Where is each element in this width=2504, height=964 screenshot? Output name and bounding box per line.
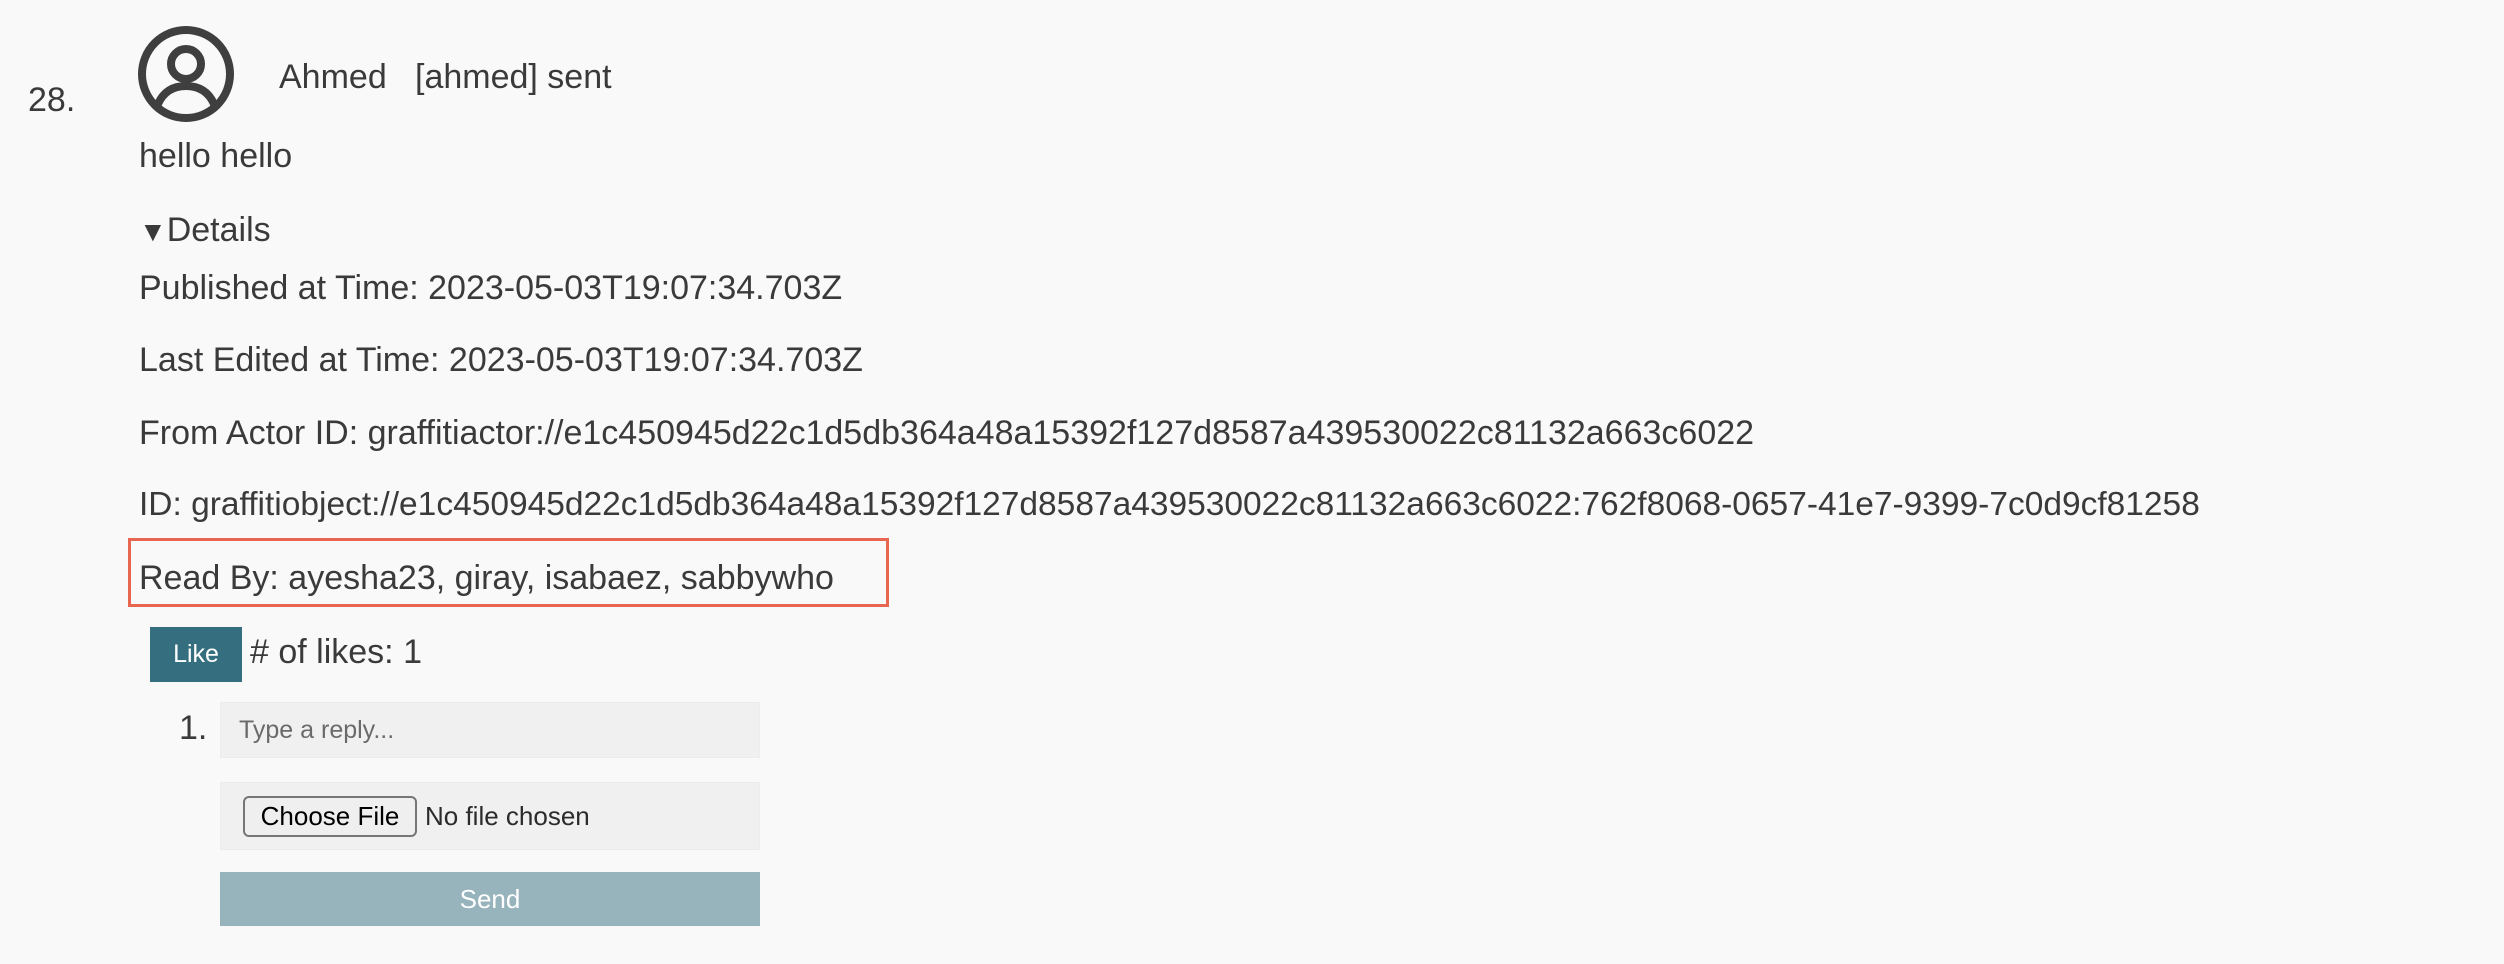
published-time: Published at Time: 2023-05-03T19:07:34.7… (139, 269, 843, 307)
send-button[interactable]: Send (220, 872, 760, 926)
file-upload-field: Choose File No file chosen (220, 782, 760, 850)
from-actor-id: From Actor ID: graffitiactor://e1c450945… (139, 414, 1755, 452)
reply-input[interactable] (220, 702, 760, 758)
details-summary-label: Details (166, 211, 271, 249)
user-circle-icon (138, 26, 234, 122)
object-id: ID: graffitiobject://e1c450945d22c1d5db3… (139, 486, 2200, 523)
likes-count: # of likes: 1 (250, 633, 422, 671)
read-by-list: Read By: ayesha23, giray, isabaez, sabby… (139, 559, 834, 597)
post-index: 28. (28, 81, 76, 119)
post-action-text: [ahmed] sent (415, 58, 612, 96)
post-author-name: Ahmed (279, 58, 387, 96)
details-toggle[interactable]: ▼Details (139, 210, 271, 252)
choose-file-button[interactable]: Choose File (243, 796, 417, 837)
file-status-text: No file chosen (425, 801, 590, 831)
reply-list-index: 1. (179, 709, 208, 747)
like-button[interactable]: Like (150, 627, 242, 682)
last-edited-time: Last Edited at Time: 2023-05-03T19:07:34… (139, 341, 863, 379)
triangle-down-icon: ▼ (139, 216, 167, 247)
post-message: hello hello (139, 137, 293, 175)
